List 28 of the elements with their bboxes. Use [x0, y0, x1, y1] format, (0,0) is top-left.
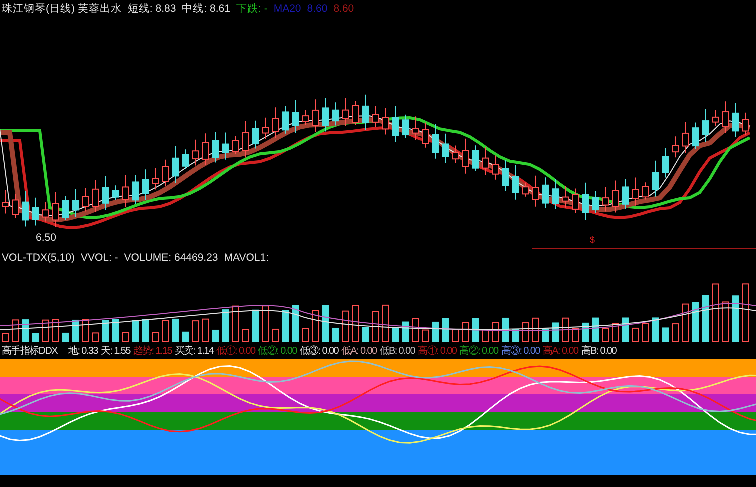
indicator-value: 天: 1.55 [100, 344, 130, 358]
indicator-value: 高A: 0.00 [542, 344, 578, 358]
indicator-value: 高③: 0.00 [501, 344, 540, 358]
stock-title: 珠江钢琴(日线) 芙蓉出水 [2, 2, 122, 16]
indicator-value: 下跌: - [236, 2, 268, 16]
indicator-title: 高手指标DDX [2, 344, 58, 358]
indicator-value: VVOL: - [80, 252, 118, 264]
indicator-value: 低②: 0.00 [258, 344, 297, 358]
indicator-value: 低③: 0.00 [300, 344, 338, 358]
indicator-value: 高①: 0.00 [418, 344, 457, 358]
indicator-value: MA20 [274, 2, 302, 14]
indicator-value: 8.60 [307, 2, 328, 14]
indicator-value: 买卖: 1.14 [174, 344, 214, 358]
signal-mark: $ [590, 235, 596, 245]
indicator-value: 高B: 0.00 [581, 344, 617, 358]
indicator-value: 高②: 0.00 [460, 344, 498, 358]
volume-title: VOL-TDX(5,10) [2, 252, 75, 264]
indicator-value: 中线: 8.61 [182, 2, 230, 16]
indicator-value: 趋势: 1.15 [133, 344, 172, 358]
indicator-value: 地: 0.33 [68, 344, 98, 358]
indicator-value: 低①: 0.00 [216, 344, 256, 358]
indicator-value: 低A: 0.00 [341, 344, 377, 358]
indicator-value: 8.60 [334, 2, 354, 14]
indicator-value: 低B: 0.00 [380, 344, 416, 358]
indicator-value: 短线: 8.83 [128, 2, 176, 16]
low-price-label: 6.50 [36, 232, 56, 244]
indicator-value: VOLUME: 64469.23 [124, 252, 218, 264]
indicator-value: MAVOL1: [224, 252, 270, 264]
